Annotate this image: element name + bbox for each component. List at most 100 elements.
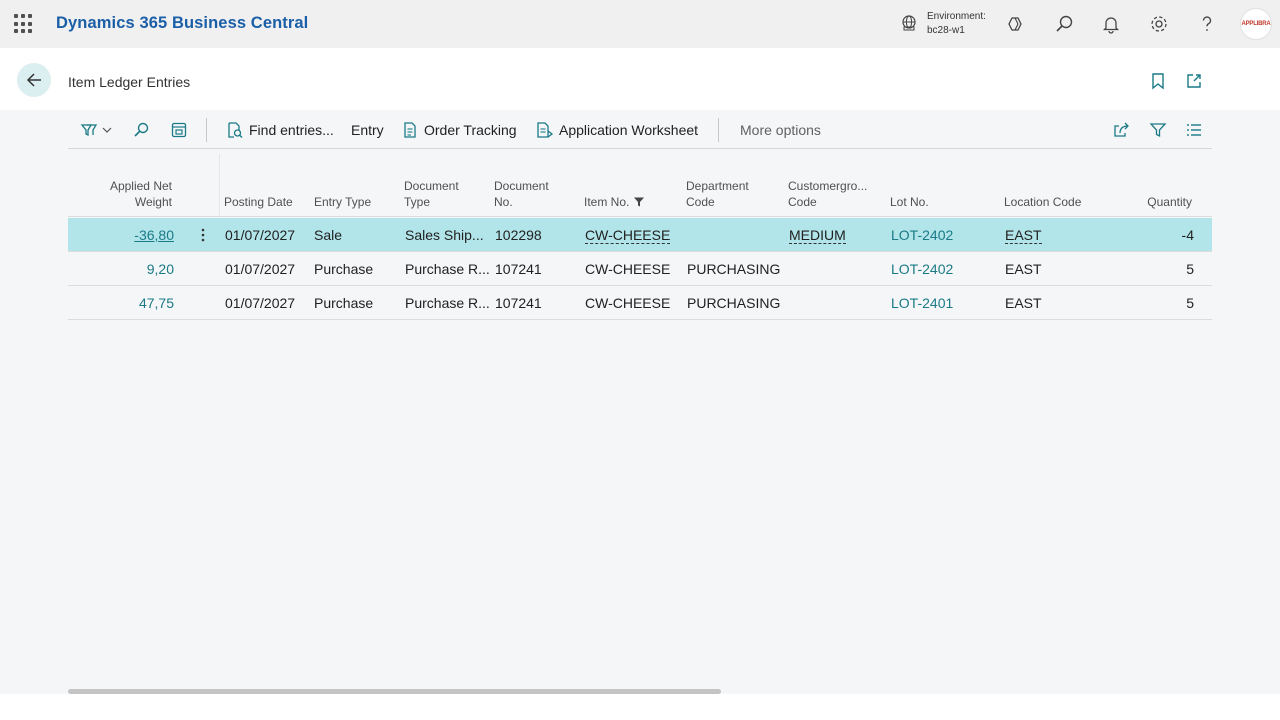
entry-type-cell: Sale — [314, 227, 343, 243]
lot-no-cell[interactable]: LOT-2402 — [891, 227, 953, 243]
column-header-entry-type[interactable]: Entry Type — [314, 194, 371, 210]
column-header-lot-no[interactable]: Lot No. — [890, 194, 929, 210]
posting-date-cell: 01/07/2027 — [225, 227, 296, 243]
posting-date-cell: 01/07/2027 — [225, 295, 296, 311]
help-icon[interactable] — [1196, 13, 1218, 35]
page-header: Item Ledger Entries — [0, 48, 1280, 110]
customergroup-code-cell[interactable]: MEDIUM — [789, 227, 846, 244]
find-entries-label: Find entries... — [249, 122, 334, 138]
toolbar-separator — [718, 118, 719, 142]
application-worksheet-icon — [537, 122, 554, 138]
column-header-applied-net-weight[interactable]: Applied Net Weight — [90, 178, 172, 210]
back-button[interactable] — [17, 63, 51, 97]
header-divider — [68, 216, 1212, 217]
search-icon — [134, 122, 149, 137]
search-list-button[interactable] — [132, 119, 155, 141]
column-header-text: Document — [404, 179, 459, 193]
quantity-cell: 5 — [1186, 295, 1194, 311]
column-header-posting-date[interactable]: Posting Date — [224, 194, 293, 210]
list-view-button[interactable] — [1185, 119, 1208, 141]
column-header-department-code[interactable]: Department Code — [686, 178, 749, 210]
edit-list-button[interactable] — [170, 119, 193, 141]
column-header-item-no[interactable]: Item No. — [584, 194, 645, 210]
column-header-text: Code — [788, 195, 817, 209]
frozen-column-divider — [219, 154, 220, 216]
table-row[interactable]: -36,80 01/07/2027 Sale Sales Ship... 102… — [68, 218, 1212, 252]
applied-net-weight-cell[interactable]: 9,20 — [68, 261, 174, 277]
item-no-cell: CW-CHEESE — [585, 261, 671, 277]
filter-button[interactable] — [1149, 119, 1172, 141]
applied-net-weight-cell[interactable]: -36,80 — [68, 227, 174, 243]
entry-menu-button[interactable]: Entry — [351, 119, 384, 141]
search-icon[interactable] — [1053, 13, 1075, 35]
lot-no-cell[interactable]: LOT-2401 — [891, 295, 953, 311]
lot-no-cell[interactable]: LOT-2402 — [891, 261, 953, 277]
bookmark-icon[interactable] — [1150, 72, 1166, 90]
page-title: Item Ledger Entries — [68, 74, 191, 90]
avatar-text: APPLIBRA — [1241, 21, 1271, 27]
copilot-icon[interactable] — [1005, 13, 1027, 35]
column-header-text: No. — [494, 195, 513, 209]
order-tracking-icon — [404, 122, 416, 138]
column-header-text: Customergro... — [788, 179, 868, 193]
department-code-cell: PURCHASING — [687, 295, 781, 311]
document-type-cell: Sales Ship... — [405, 227, 484, 243]
department-code-cell: PURCHASING — [687, 261, 781, 277]
filter-pane-icon — [80, 124, 98, 137]
location-code-cell[interactable]: EAST — [1005, 227, 1042, 244]
column-header-customergroup-code[interactable]: Customergro... Code — [788, 178, 867, 210]
column-header-text: Item No. — [584, 195, 630, 209]
gear-icon[interactable] — [1148, 13, 1170, 35]
document-no-cell: 107241 — [495, 261, 542, 277]
item-no-cell[interactable]: CW-CHEESE — [585, 227, 671, 244]
entry-type-cell: Purchase — [314, 261, 374, 277]
column-header-quantity[interactable]: Quantity — [1110, 194, 1192, 210]
quantity-cell: 5 — [1186, 261, 1194, 277]
order-tracking-label: Order Tracking — [424, 122, 517, 138]
column-header-location-code[interactable]: Location Code — [1004, 194, 1081, 210]
column-header-text: Department — [686, 179, 749, 193]
environment-indicator[interactable]: Environment: bc28-w1 — [900, 10, 1000, 40]
column-header-text: Type — [404, 195, 431, 209]
item-no-cell: CW-CHEESE — [585, 295, 671, 311]
table-row[interactable]: 9,20 01/07/2027 Purchase Purchase R... 1… — [68, 252, 1212, 286]
column-header-document-no[interactable]: Document No. — [494, 178, 549, 210]
column-header-text: Applied Net — [109, 179, 172, 193]
app-title[interactable]: Dynamics 365 Business Central — [56, 14, 308, 33]
bell-icon[interactable] — [1100, 13, 1122, 35]
location-code-cell: EAST — [1005, 295, 1042, 311]
column-header-text: Document — [494, 179, 549, 193]
document-type-cell: Purchase R... — [405, 261, 490, 277]
filter-pane-button[interactable] — [80, 119, 118, 141]
application-worksheet-button[interactable]: Application Worksheet — [536, 119, 698, 141]
order-tracking-button[interactable]: Order Tracking — [403, 119, 517, 141]
applied-net-weight-cell[interactable]: 47,75 — [68, 295, 174, 311]
back-arrow-icon — [26, 73, 41, 87]
location-code-cell: EAST — [1005, 261, 1042, 277]
app-launcher-icon[interactable] — [14, 14, 34, 34]
share-button[interactable] — [1112, 119, 1135, 141]
top-navigation-bar: Dynamics 365 Business Central Environmen… — [0, 0, 1280, 48]
entry-type-cell: Purchase — [314, 295, 374, 311]
more-options-label: More options — [740, 122, 821, 138]
column-header-document-type[interactable]: Document Type — [404, 178, 459, 210]
environment-value: bc28-w1 — [927, 25, 965, 36]
table-row[interactable]: 47,75 01/07/2027 Purchase Purchase R... … — [68, 286, 1212, 320]
edit-list-icon — [171, 122, 187, 138]
column-header-text: Weight — [134, 195, 172, 209]
find-entries-button[interactable]: Find entries... — [226, 119, 334, 141]
row-actions-icon[interactable] — [199, 227, 207, 243]
bottom-strip — [0, 694, 1280, 720]
toolbar-separator — [206, 118, 207, 142]
environment-label: Environment: — [927, 11, 986, 22]
document-no-cell: 107241 — [495, 295, 542, 311]
user-avatar[interactable]: APPLIBRA — [1240, 8, 1272, 40]
column-header-text: Code — [686, 195, 715, 209]
more-options-button[interactable]: More options — [740, 119, 821, 141]
quantity-cell: -4 — [1181, 227, 1194, 243]
column-filter-icon — [634, 197, 645, 207]
open-in-new-window-icon[interactable] — [1185, 72, 1203, 90]
application-worksheet-label: Application Worksheet — [559, 122, 699, 138]
document-type-cell: Purchase R... — [405, 295, 490, 311]
share-icon — [1114, 122, 1129, 137]
